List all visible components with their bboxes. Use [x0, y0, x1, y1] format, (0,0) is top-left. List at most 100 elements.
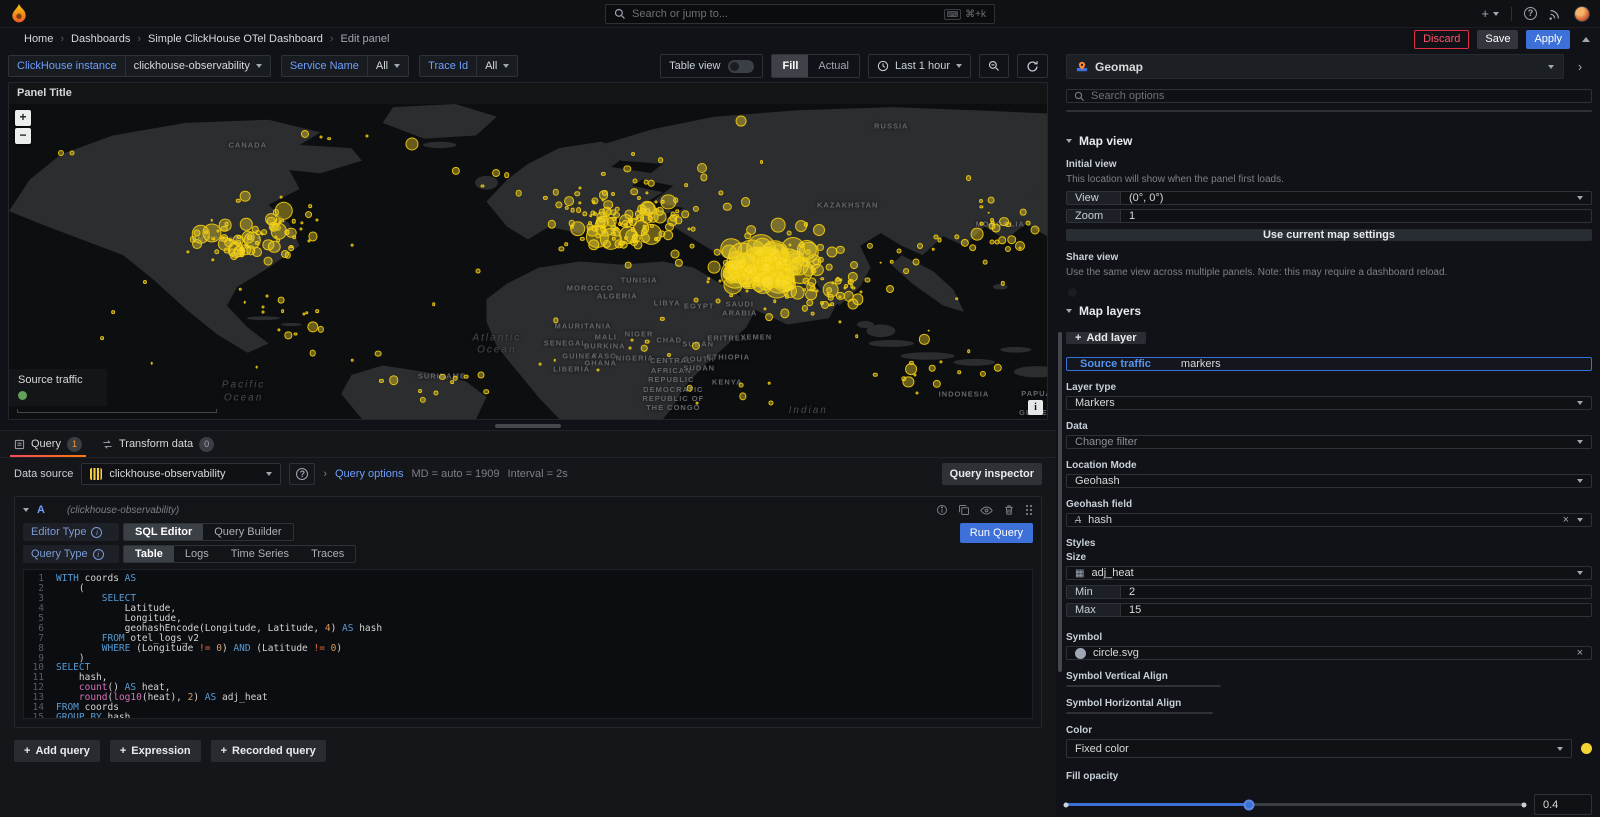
- table-view-switch[interactable]: [728, 60, 754, 73]
- geohash-field-select[interactable]: A hash ×: [1066, 513, 1592, 527]
- map-marker: [779, 276, 783, 280]
- variable-value-dropdown[interactable]: clickhouse-observability: [126, 55, 271, 77]
- refresh-button[interactable]: [1017, 54, 1048, 78]
- breadcrumb-dashboard-name[interactable]: Simple ClickHouse OTel Dashboard: [148, 33, 323, 45]
- map-marker: [966, 175, 972, 181]
- color-select[interactable]: Fixed color: [1066, 739, 1572, 758]
- editor-type-segment: SQL Editor Query Builder: [123, 523, 294, 541]
- add-layer-button[interactable]: +Add layer: [1066, 332, 1146, 344]
- query-ref-id[interactable]: A: [37, 504, 45, 516]
- user-avatar[interactable]: [1574, 6, 1590, 22]
- time-range-picker[interactable]: Last 1 hour: [868, 54, 971, 78]
- visualization-picker[interactable]: Geomap: [1066, 54, 1564, 79]
- query-type-traces[interactable]: Traces: [300, 546, 355, 562]
- discard-button[interactable]: Discard: [1414, 30, 1469, 49]
- recorded-query-button[interactable]: +Recorded query: [211, 740, 326, 762]
- geomap-panel: Panel Title: [8, 82, 1048, 420]
- menu-hamburger-icon[interactable]: [10, 30, 14, 48]
- query-builder-option[interactable]: Query Builder: [203, 524, 292, 540]
- actual-option[interactable]: Actual: [808, 55, 859, 77]
- options-search-input[interactable]: [1091, 90, 1584, 102]
- variable-value-dropdown[interactable]: All: [477, 55, 518, 77]
- global-search[interactable]: ⌨ ⌘+k: [605, 4, 995, 24]
- sql-editor-option[interactable]: SQL Editor: [124, 524, 203, 540]
- clear-icon[interactable]: ×: [1563, 514, 1569, 526]
- query-type-table[interactable]: Table: [124, 546, 174, 562]
- global-search-input[interactable]: [632, 8, 938, 20]
- scrollbar-thumb[interactable]: [1058, 332, 1062, 672]
- news-icon[interactable]: [1549, 7, 1562, 20]
- map-zoom-in-button[interactable]: +: [15, 110, 31, 126]
- query-options-link[interactable]: Query options: [335, 468, 403, 480]
- section-map-view[interactable]: Map view: [1066, 134, 1592, 148]
- map-marker: [600, 226, 606, 232]
- layer-type-select[interactable]: Markers: [1066, 396, 1592, 410]
- grafana-logo-icon[interactable]: [10, 4, 28, 24]
- query-inspector-button[interactable]: Query inspector: [942, 463, 1042, 485]
- add-new-button[interactable]: +: [1481, 6, 1499, 21]
- map-marker: [316, 310, 320, 314]
- add-query-button[interactable]: +Add query: [14, 740, 100, 762]
- query-help-icon[interactable]: [936, 504, 948, 516]
- opacity-value-input[interactable]: 0.4: [1534, 794, 1592, 815]
- breadcrumb-home[interactable]: Home: [24, 33, 53, 45]
- min-input[interactable]: 2: [1120, 585, 1592, 599]
- opacity-slider-track[interactable]: [1066, 803, 1524, 806]
- clear-icon[interactable]: ×: [1577, 647, 1583, 659]
- panel-title[interactable]: Panel Title: [9, 83, 1047, 104]
- symbol-select[interactable]: circle.svg ×: [1066, 646, 1592, 660]
- color-swatch[interactable]: [1581, 743, 1592, 754]
- data-select[interactable]: Change filter: [1066, 435, 1592, 449]
- datasource-help-button[interactable]: ?: [289, 463, 315, 485]
- tab-transform-data[interactable]: Transform data 0: [102, 431, 214, 457]
- duplicate-query-icon[interactable]: [958, 504, 970, 516]
- map-canvas[interactable]: RUSSIACANADAUNITED STATESKAZAKHSTANMONGO…: [9, 104, 1047, 419]
- code-line: 8 WHERE (Longitude != 0) AND (Latitude !…: [24, 644, 1032, 654]
- size-field-select[interactable]: ▦ adj_heat: [1066, 566, 1592, 580]
- map-marker: [917, 243, 923, 249]
- max-input[interactable]: 15: [1120, 603, 1592, 617]
- opacity-slider-handle[interactable]: [1244, 799, 1255, 810]
- breadcrumb-dashboards[interactable]: Dashboards: [71, 33, 130, 45]
- delete-query-trash-icon[interactable]: [1003, 504, 1015, 516]
- hide-query-eye-icon[interactable]: [980, 504, 993, 517]
- map-attribution-info-button[interactable]: i: [1028, 400, 1043, 415]
- query-type-time-series[interactable]: Time Series: [220, 546, 300, 562]
- save-button[interactable]: Save: [1477, 30, 1518, 49]
- collapse-options-icon[interactable]: [1582, 37, 1590, 42]
- datasource-picker[interactable]: clickhouse-observability: [81, 463, 281, 485]
- location-mode-select[interactable]: Geohash: [1066, 474, 1592, 488]
- table-view-toggle[interactable]: Table view: [660, 54, 763, 78]
- tab-query[interactable]: Query 1: [14, 431, 82, 457]
- variable-value-dropdown[interactable]: All: [368, 55, 409, 77]
- info-icon: i: [93, 549, 104, 560]
- fill-option[interactable]: Fill: [772, 55, 808, 77]
- zoom-out-time-button[interactable]: [979, 54, 1009, 78]
- zoom-input[interactable]: 1: [1120, 209, 1592, 223]
- panel-resize-handle[interactable]: [495, 424, 561, 428]
- drag-handle-icon[interactable]: [1025, 504, 1033, 516]
- query-region: Query 1 Transform data 0 Data source cli…: [0, 430, 1056, 816]
- layer-item-source-traffic[interactable]: Source traffic markers: [1066, 357, 1592, 371]
- sql-code-editor[interactable]: 1WITH coords AS2 (3 SELECT4 Latitude,5 L…: [23, 569, 1033, 719]
- query-type-logs[interactable]: Logs: [174, 546, 220, 562]
- max-label: Max: [1066, 603, 1120, 617]
- breadcrumb: Home › Dashboards › Simple ClickHouse OT…: [24, 33, 389, 45]
- map-marker: [631, 152, 635, 156]
- collapse-pane-icon[interactable]: ›: [1568, 54, 1592, 79]
- view-select[interactable]: (0°, 0°): [1120, 191, 1592, 205]
- use-current-map-settings-button[interactable]: Use current map settings: [1066, 229, 1592, 241]
- run-query-button[interactable]: Run Query: [960, 523, 1033, 543]
- expand-query-options-icon[interactable]: ›: [323, 468, 327, 480]
- map-marker: [697, 163, 707, 173]
- apply-button[interactable]: Apply: [1526, 30, 1570, 49]
- help-icon[interactable]: ?: [1524, 7, 1537, 20]
- options-search[interactable]: [1066, 89, 1592, 103]
- collapse-query-icon[interactable]: [23, 508, 29, 512]
- map-marker: [624, 236, 628, 240]
- map-marker: [696, 402, 699, 405]
- section-map-layers[interactable]: Map layers: [1066, 304, 1592, 318]
- map-marker: [464, 374, 469, 379]
- expression-button[interactable]: +Expression: [110, 740, 201, 762]
- map-zoom-out-button[interactable]: −: [15, 128, 31, 144]
